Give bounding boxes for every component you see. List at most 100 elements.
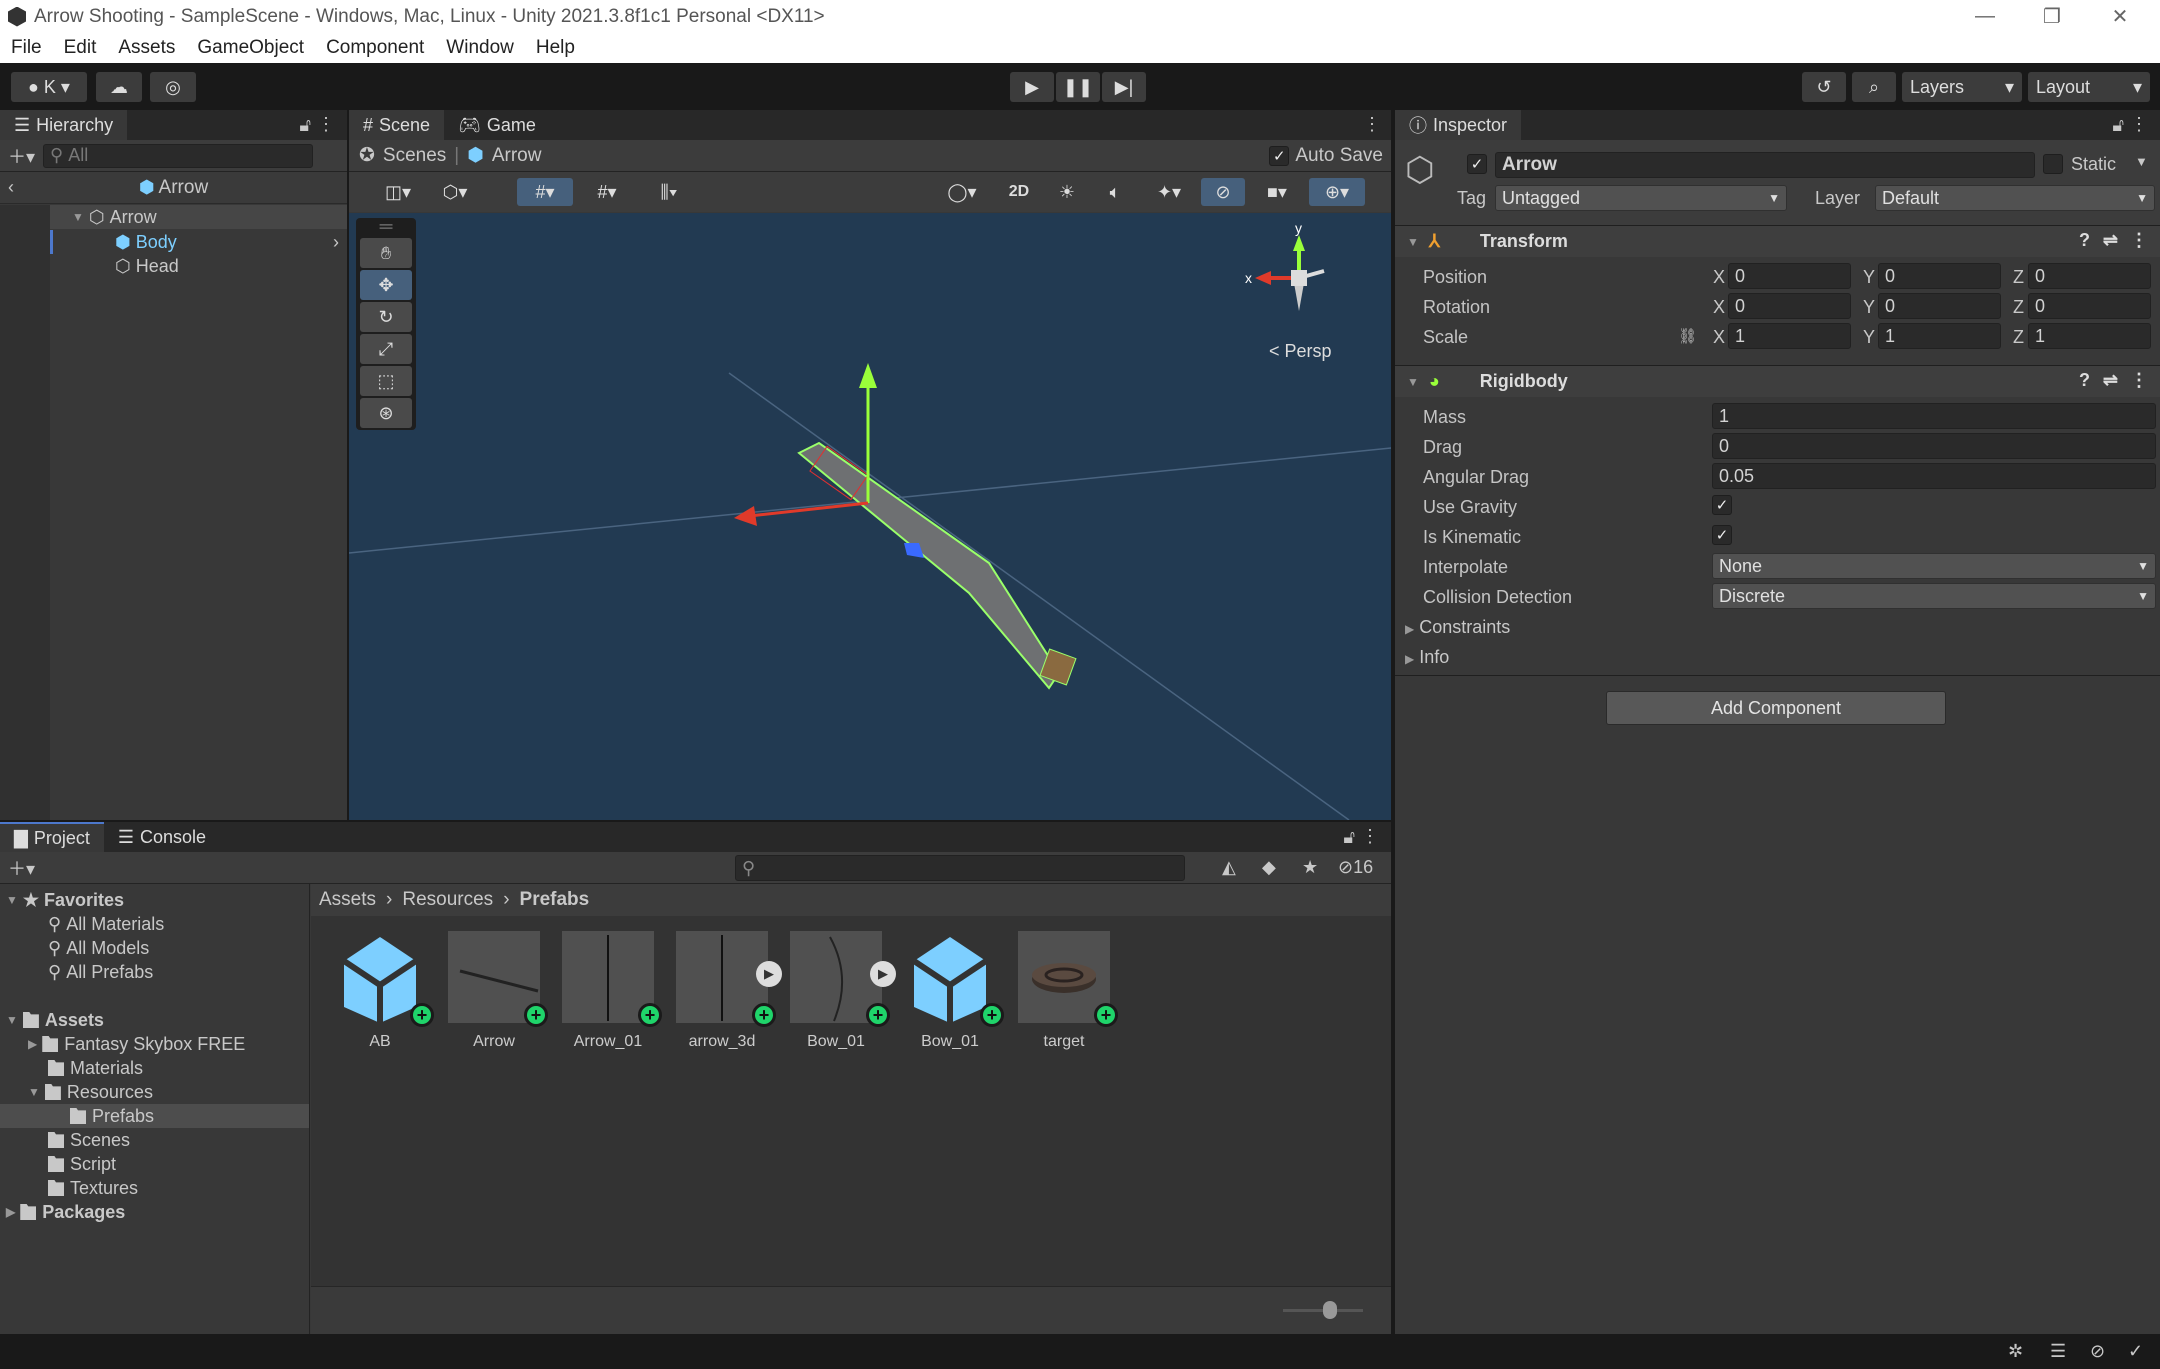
presets-icon[interactable]: ⇌	[2103, 230, 2118, 251]
hierarchy-item-body[interactable]: ⬢ Body ›	[50, 230, 347, 254]
auto-generate-lighting-icon[interactable]: ⊘	[2090, 1341, 2105, 1362]
expand-prefab-button[interactable]: ▶	[756, 961, 782, 987]
favorites-foldout[interactable]: ▼ ★ Favorites	[0, 888, 309, 912]
info-foldout[interactable]: ▶ Info	[1405, 647, 1449, 668]
menu-help[interactable]: Help	[525, 37, 586, 59]
collab-button[interactable]: ◎	[150, 72, 196, 102]
object-name-input[interactable]: Arrow	[1495, 152, 2035, 178]
asset-item[interactable]: + Arrow_01	[561, 931, 662, 1051]
breadcrumb-scenes[interactable]: Scenes	[383, 145, 446, 167]
assets-foldout[interactable]: ▼ Assets	[0, 1008, 309, 1032]
add-component-button[interactable]: Add Component	[1606, 691, 1946, 725]
transform-position-y-input[interactable]: 0	[1878, 263, 2001, 289]
more-icon[interactable]: ⋮	[2130, 370, 2148, 391]
menu-assets[interactable]: Assets	[107, 37, 186, 59]
camera-dropdown[interactable]: ■▾	[1249, 178, 1305, 206]
undo-history-button[interactable]: ↺	[1802, 72, 1846, 102]
tag-dropdown[interactable]: Untagged ▼	[1495, 185, 1787, 211]
folder-prefabs[interactable]: Prefabs	[0, 1104, 309, 1128]
back-icon[interactable]: ‹	[8, 177, 14, 198]
favorite-all-prefabs[interactable]: ⚲ All Prefabs	[0, 960, 309, 984]
search-button[interactable]: ⌕	[1852, 72, 1896, 102]
grid-visibility-button[interactable]: ⫼▾	[641, 178, 697, 206]
use-gravity-checkbox[interactable]: ✓	[1712, 495, 1732, 515]
cache-icon[interactable]: ☰	[2050, 1341, 2066, 1362]
asset-item[interactable]: + Bow_01	[903, 931, 1004, 1051]
maximize-button[interactable]: ❐	[2022, 0, 2082, 33]
pivot-dropdown[interactable]: ⬡▾	[427, 178, 483, 206]
breadcrumb-assets[interactable]: Assets	[319, 889, 376, 911]
asset-item[interactable]: + target	[1017, 931, 1118, 1051]
play-button[interactable]: ▶	[1010, 72, 1054, 102]
breadcrumb-prefabs[interactable]: Prefabs	[520, 889, 590, 911]
favorites-star-icon[interactable]: ★	[1302, 857, 1318, 878]
hidden-objects-toggle[interactable]: ⊘	[1201, 178, 1245, 206]
perspective-label[interactable]: < Persp	[1269, 341, 1332, 362]
menu-file[interactable]: File	[0, 37, 53, 59]
help-icon[interactable]: ?	[2079, 370, 2090, 391]
2d-toggle[interactable]: 2D	[997, 178, 1041, 206]
auto-save-toggle[interactable]: ✓ Auto Save	[1269, 145, 1383, 167]
scale-tool[interactable]: ⤢	[360, 334, 412, 364]
lock-icon[interactable]: 🔓︎	[2112, 115, 2124, 136]
static-dropdown[interactable]: ▼	[2135, 154, 2148, 169]
lock-icon[interactable]: 🔓︎	[299, 115, 311, 136]
scene-viewport[interactable]: ═ ✋︎ ✥ ↻ ⤢ ⬚ ⊛ y x < Persp	[349, 213, 1391, 820]
draw-mode-dropdown[interactable]: ◫▾	[373, 178, 423, 206]
more-icon[interactable]: ⋮	[2130, 230, 2148, 251]
auto-save-checkbox[interactable]: ✓	[1269, 145, 1290, 166]
tab-console[interactable]: ☰ Console	[103, 822, 221, 852]
transform-rotation-x-input[interactable]: 0	[1728, 293, 1851, 319]
transform-scale-z-input[interactable]: 1	[2028, 323, 2151, 349]
transform-scale-y-input[interactable]: 1	[1878, 323, 2001, 349]
constrain-proportions-icon[interactable]: ⛓	[1678, 327, 1697, 345]
mass-input[interactable]: 1	[1712, 403, 2156, 429]
asset-item[interactable]: ▶ + Bow_01	[789, 931, 896, 1051]
lighting-toggle[interactable]: ☀	[1045, 178, 1089, 206]
interpolate-dropdown[interactable]: None ▼	[1712, 553, 2156, 579]
create-button[interactable]: ＋▾	[8, 855, 35, 881]
tab-inspector[interactable]: ⓘ Inspector	[1395, 110, 1522, 140]
transform-header[interactable]: ▼ ⅄ Transform ? ⇌ ⋮	[1395, 225, 2160, 257]
asset-item[interactable]: + AB	[333, 931, 434, 1051]
chevron-right-icon[interactable]: ›	[333, 232, 339, 253]
folder-materials[interactable]: Materials	[0, 1056, 309, 1080]
folder-resources[interactable]: ▼ Resources	[0, 1080, 309, 1104]
folder-scenes[interactable]: Scenes	[0, 1128, 309, 1152]
project-search-input[interactable]: ⚲	[735, 855, 1185, 881]
constraints-foldout[interactable]: ▶ Constraints	[1405, 617, 1510, 638]
more-icon[interactable]: ⋮	[1361, 826, 1379, 847]
snap-increment-button[interactable]: #▾	[579, 178, 635, 206]
hand-tool[interactable]: ✋︎	[360, 238, 412, 268]
layout-dropdown[interactable]: Layout ▾	[2028, 72, 2150, 102]
hierarchy-item-head[interactable]: ⬡ Head	[50, 254, 347, 278]
rigidbody-header[interactable]: ▼ ◕ Rigidbody ? ⇌ ⋮	[1395, 365, 2160, 397]
static-checkbox[interactable]	[2043, 154, 2063, 174]
search-by-type-icon[interactable]: ◭	[1222, 857, 1236, 878]
asset-item[interactable]: ▶ + arrow_3d	[675, 931, 782, 1051]
menu-window[interactable]: Window	[435, 37, 525, 59]
breadcrumb-arrow[interactable]: Arrow	[492, 145, 542, 167]
debug-icon[interactable]: ✲	[2008, 1341, 2023, 1362]
expand-prefab-button[interactable]: ▶	[870, 961, 896, 987]
favorite-all-models[interactable]: ⚲ All Models	[0, 936, 309, 960]
transform-rotation-y-input[interactable]: 0	[1878, 293, 2001, 319]
more-icon[interactable]: ⋮	[1363, 114, 1381, 135]
packages-foldout[interactable]: ▶ Packages	[0, 1200, 309, 1224]
menu-edit[interactable]: Edit	[53, 37, 108, 59]
transform-position-x-input[interactable]: 0	[1728, 263, 1851, 289]
is-kinematic-checkbox[interactable]: ✓	[1712, 525, 1732, 545]
progress-icon[interactable]: ✓	[2128, 1341, 2143, 1362]
rotate-tool[interactable]: ↻	[360, 302, 412, 332]
layers-dropdown[interactable]: Layers ▾	[1902, 72, 2022, 102]
shading-mode-dropdown[interactable]: ◯▾	[933, 178, 991, 206]
account-button[interactable]: ● K ▾	[11, 72, 87, 102]
tab-game[interactable]: 🎮︎ Game	[444, 110, 550, 140]
tab-hierarchy[interactable]: ☰ Hierarchy	[0, 110, 128, 140]
pause-button[interactable]: ❚❚	[1056, 72, 1100, 102]
transform-tool[interactable]: ⊛	[360, 398, 412, 428]
search-by-label-icon[interactable]: ◆	[1262, 857, 1276, 878]
folder-textures[interactable]: Textures	[0, 1176, 309, 1200]
effects-dropdown[interactable]: ✦▾	[1141, 178, 1197, 206]
tab-scene[interactable]: # Scene	[349, 110, 445, 140]
